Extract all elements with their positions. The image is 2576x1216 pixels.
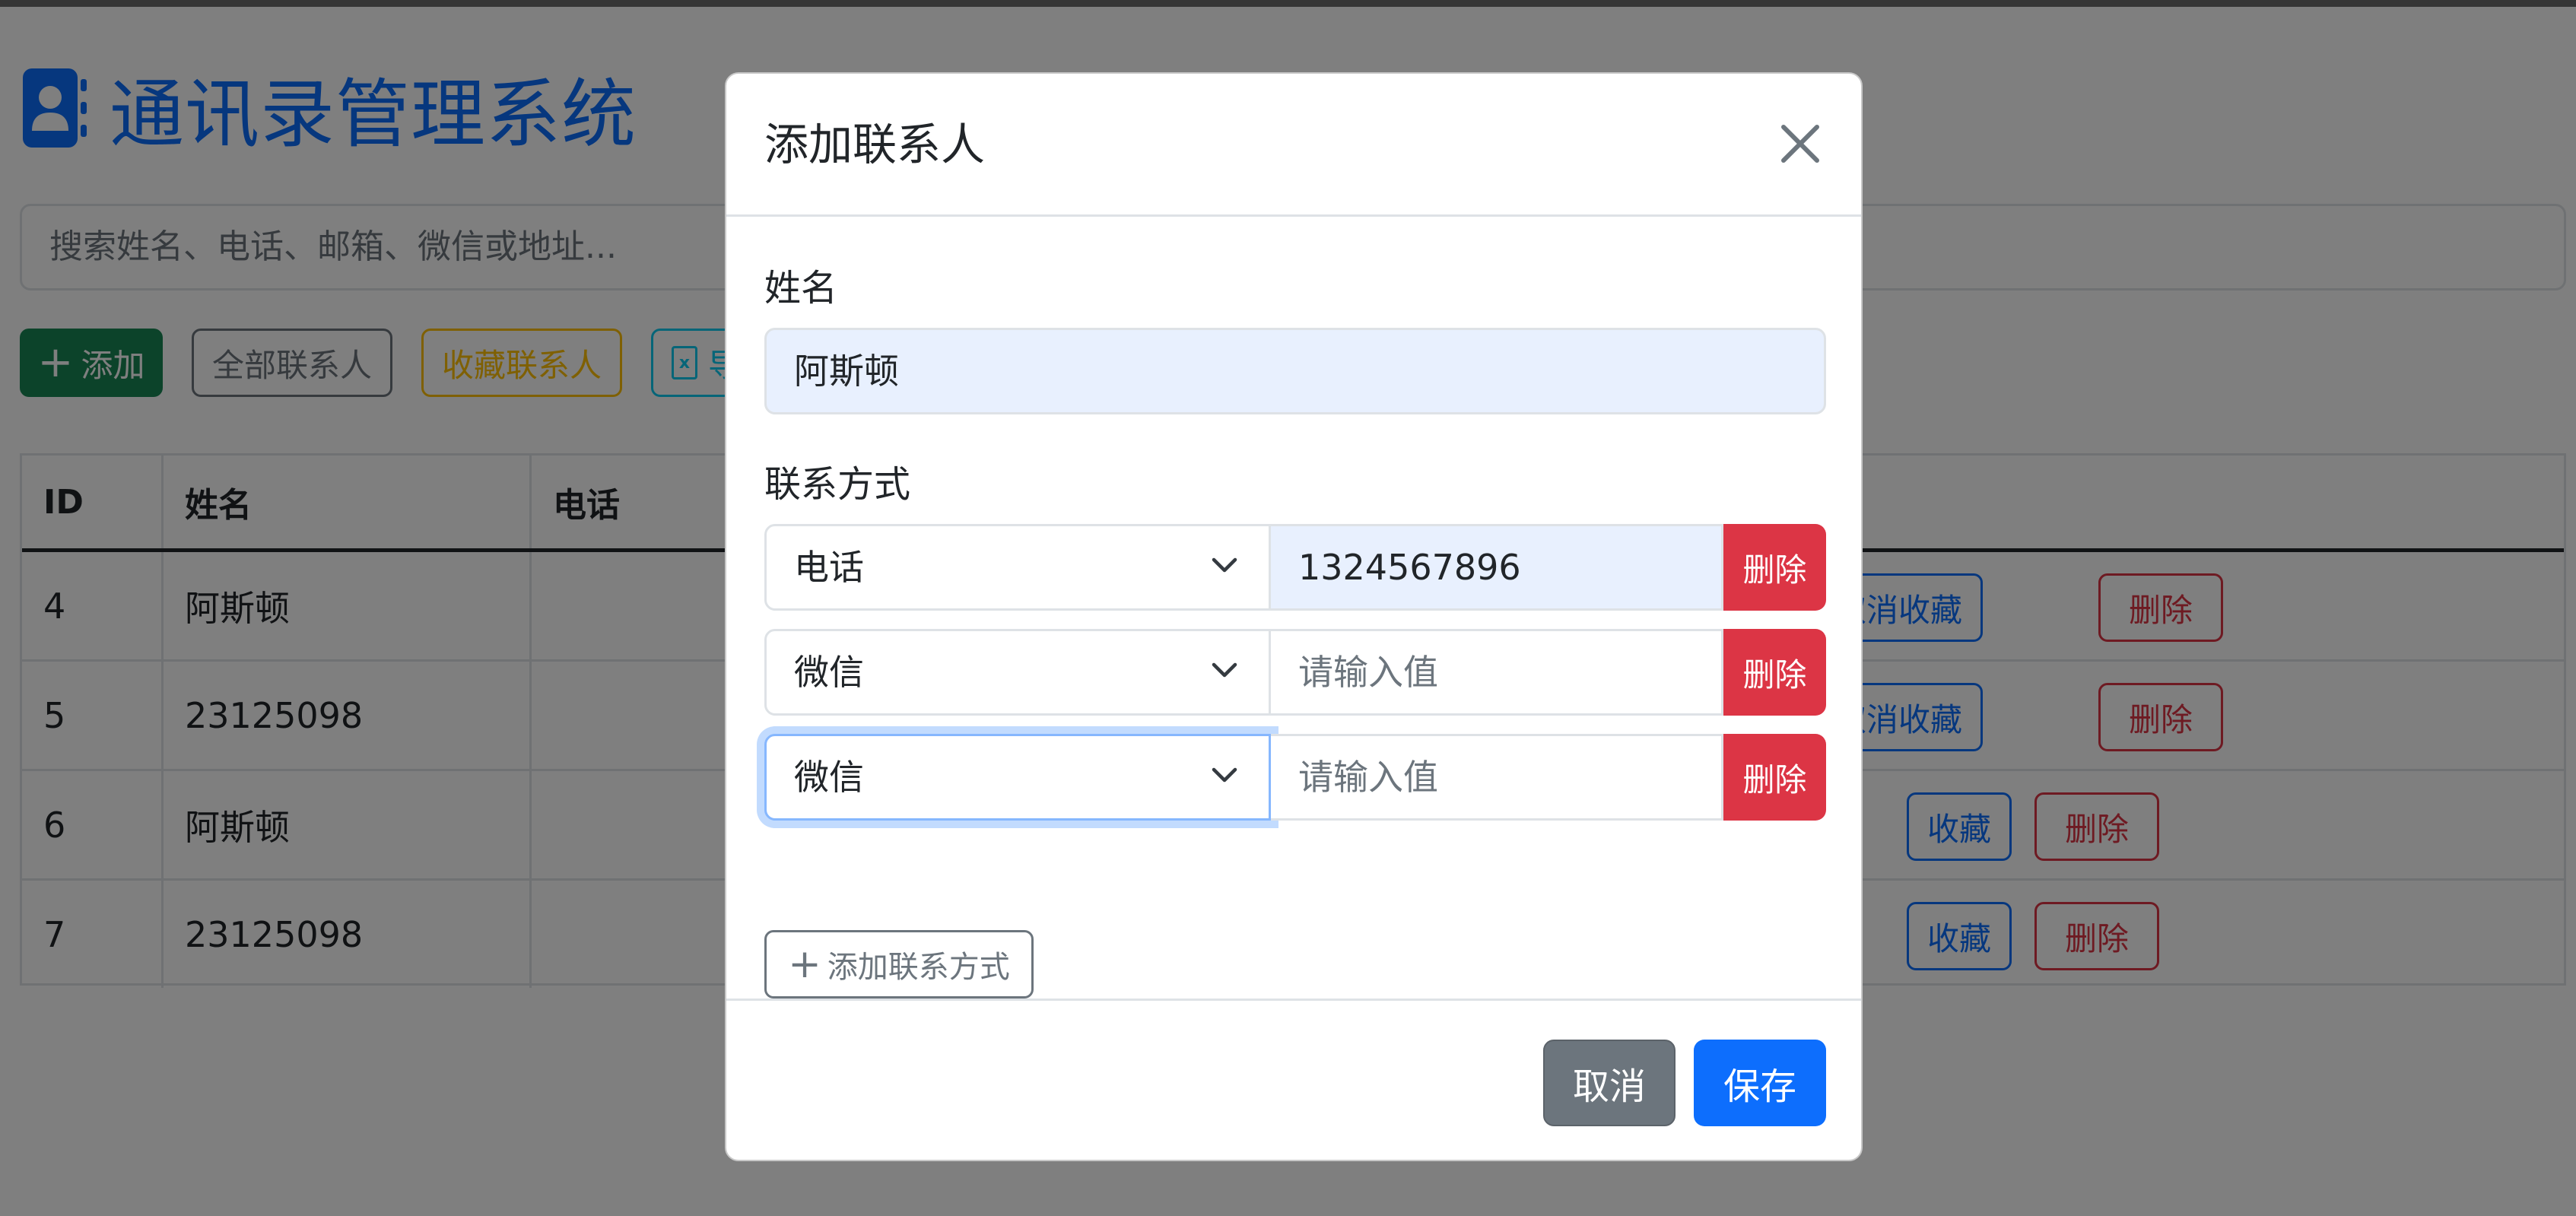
- chevron-down-icon: [1212, 557, 1237, 573]
- modal-footer-divider: [726, 999, 1861, 1001]
- page: 通讯录管理系统 搜索姓名、电话、邮箱、微信或地址... + 添加 全部联系人 收…: [0, 0, 2576, 1216]
- name-input[interactable]: 阿斯顿: [764, 328, 1826, 414]
- delete-contact-button[interactable]: 删除: [1723, 629, 1826, 716]
- contact-type-select[interactable]: 微信: [764, 629, 1271, 716]
- contact-value-input[interactable]: 请输入值: [1271, 734, 1723, 821]
- plus-icon: +: [788, 941, 821, 987]
- chevron-down-icon: [1212, 662, 1237, 678]
- modal-title: 添加联系人: [764, 119, 986, 170]
- add-contact-modal: 添加联系人 姓名 阿斯顿 联系方式 电话 1324567896 删除 微信 请输…: [725, 72, 1863, 1161]
- add-contact-method-label: 添加联系方式: [827, 950, 1010, 985]
- contact-method-row: 电话 1324567896 删除: [764, 524, 1826, 611]
- contact-value-input[interactable]: 请输入值: [1271, 629, 1723, 716]
- save-button[interactable]: 保存: [1694, 1040, 1826, 1126]
- add-contact-method-button[interactable]: + 添加联系方式: [764, 930, 1034, 999]
- close-button[interactable]: [1774, 118, 1826, 170]
- contact-value-input[interactable]: 1324567896: [1271, 524, 1723, 611]
- contact-method-label: 联系方式: [764, 463, 911, 506]
- contact-type-select[interactable]: 微信: [764, 734, 1271, 821]
- name-label: 姓名: [764, 267, 838, 310]
- modal-header: 添加联系人: [726, 74, 1861, 217]
- delete-contact-button[interactable]: 删除: [1723, 524, 1826, 611]
- contact-method-row: 微信 请输入值 删除: [764, 734, 1826, 821]
- cancel-button[interactable]: 取消: [1543, 1040, 1676, 1126]
- contact-type-select[interactable]: 电话: [764, 524, 1271, 611]
- chevron-down-icon: [1212, 767, 1237, 783]
- contact-method-row: 微信 请输入值 删除: [764, 629, 1826, 716]
- contact-type-value: 微信: [794, 757, 864, 798]
- contact-type-value: 微信: [794, 652, 864, 693]
- delete-contact-button[interactable]: 删除: [1723, 734, 1826, 821]
- close-icon: [1781, 125, 1819, 163]
- contact-type-value: 电话: [794, 547, 864, 588]
